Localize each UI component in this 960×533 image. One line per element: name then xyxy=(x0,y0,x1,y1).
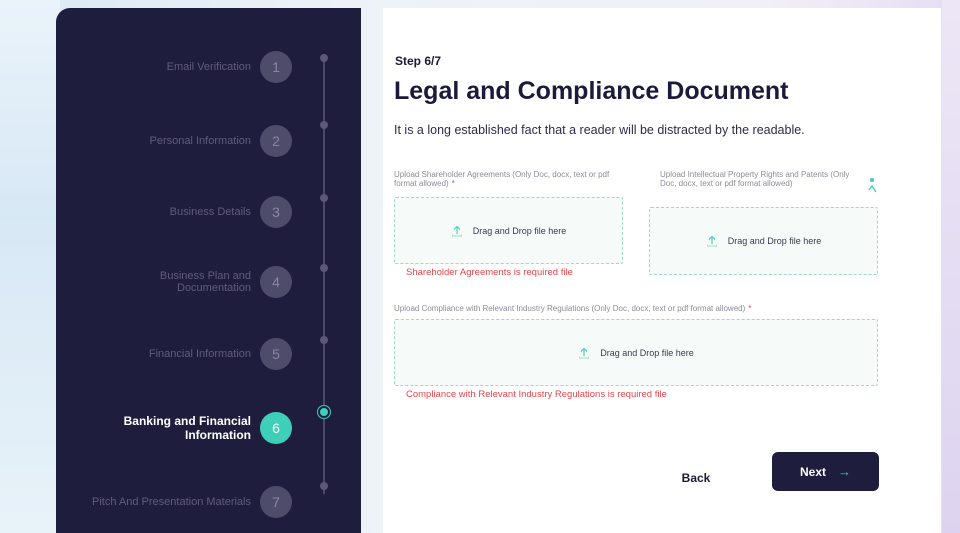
timeline-dot xyxy=(320,482,328,490)
step-label: Financial Information xyxy=(148,348,251,360)
dropzone-text: Drag and Drop file here xyxy=(600,347,694,358)
ip-rights-upload-label: Upload Intellectual Property Rights and … xyxy=(660,170,850,188)
stepper-sidebar: Email Verification 1 Personal Informatio… xyxy=(56,8,361,533)
step-number-badge: 4 xyxy=(260,266,292,298)
timeline-dot xyxy=(320,121,328,129)
upload-icon xyxy=(451,225,463,237)
step-personal-information[interactable]: Personal Information 2 xyxy=(56,121,361,161)
compliance-dropzone[interactable]: Drag and Drop file here xyxy=(394,319,878,386)
step-number-badge: 5 xyxy=(260,338,292,370)
step-email-verification[interactable]: Email Verification 1 xyxy=(56,47,361,87)
page-background-left xyxy=(0,0,60,533)
step-financial-information[interactable]: Financial Information 5 xyxy=(56,334,361,374)
required-marker: * xyxy=(748,304,752,313)
next-label: Next xyxy=(799,464,826,479)
step-number-badge: 3 xyxy=(260,196,292,228)
ip-rights-dropzone[interactable]: Drag and Drop file here xyxy=(649,207,878,275)
step-label: Pitch And Presentation Materials xyxy=(92,496,251,508)
step-label: Email Verification xyxy=(166,61,251,73)
step-business-plan[interactable]: Business Plan and Documentation 4 xyxy=(56,262,361,302)
step-label: Business Details xyxy=(169,206,251,218)
compliance-error: Compliance with Relevant Industry Regula… xyxy=(406,389,667,400)
step-business-details[interactable]: Business Details 3 xyxy=(56,192,361,232)
shareholder-upload-label: Upload Shareholder Agreements (Only Doc,… xyxy=(394,170,610,188)
timeline-dot xyxy=(320,264,328,272)
form-panel: Step 6/7 Legal and Compliance Document I… xyxy=(383,8,941,533)
shareholder-dropzone[interactable]: Drag and Drop file here xyxy=(394,197,623,264)
person-icon xyxy=(868,176,880,194)
step-label: Personal Information xyxy=(149,135,252,147)
required-marker: * xyxy=(451,179,455,188)
step-number-badge: 1 xyxy=(260,51,292,83)
timeline-dot xyxy=(320,336,328,344)
step-number-badge: 2 xyxy=(260,125,292,157)
upload-icon xyxy=(578,347,590,359)
step-banking-financial[interactable]: Banking and Financial Information 6 xyxy=(56,408,361,448)
back-button[interactable]: Back xyxy=(661,460,731,496)
step-indicator: Step 6/7 xyxy=(395,54,442,68)
step-pitch-presentation[interactable]: Pitch And Presentation Materials 7 xyxy=(56,482,361,522)
step-number-badge: 7 xyxy=(260,486,292,518)
page-title: Legal and Compliance Document xyxy=(394,77,789,105)
next-button[interactable]: Next → xyxy=(772,452,879,491)
step-number-badge-active: 6 xyxy=(260,412,292,444)
compliance-upload-label: Upload Compliance with Relevant Industry… xyxy=(394,304,752,313)
page-background-right xyxy=(942,0,960,533)
timeline-dot xyxy=(320,54,328,62)
dropzone-text: Drag and Drop file here xyxy=(472,225,567,236)
timeline-dot xyxy=(320,194,328,202)
timeline-dot-active xyxy=(318,406,330,418)
step-label: Business Plan and Documentation xyxy=(159,270,251,294)
step-label: Banking and Financial Information xyxy=(123,414,251,442)
page-subtitle: It is a long established fact that a rea… xyxy=(394,123,805,137)
arrow-right-icon: → xyxy=(838,464,851,479)
dropzone-text: Drag and Drop file here xyxy=(727,236,822,246)
upload-icon xyxy=(706,235,718,247)
shareholder-error: Shareholder Agreements is required file xyxy=(406,267,573,278)
